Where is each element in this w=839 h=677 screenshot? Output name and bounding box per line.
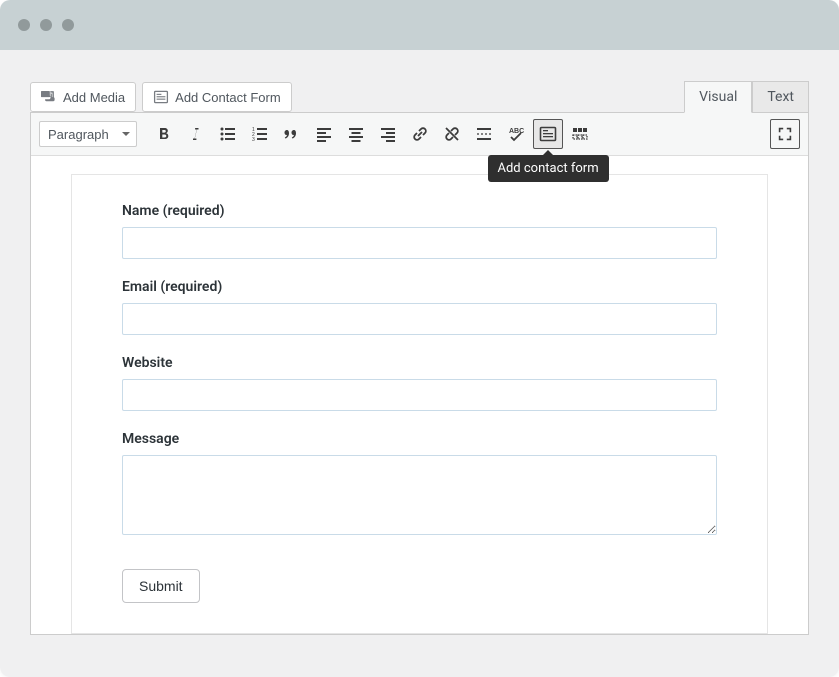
contact-form-preview: Name (required) Email (required) Website… [71,174,768,634]
website-label: Website [122,355,717,371]
link-button[interactable] [405,119,435,149]
blockquote-button[interactable] [277,119,307,149]
align-center-icon [346,124,366,144]
quote-icon [282,124,302,144]
italic-button[interactable] [181,119,211,149]
align-left-icon [314,124,334,144]
editor-shell: Paragraph 123 ABC [30,112,809,635]
tab-visual[interactable]: Visual [684,81,752,113]
window-dot [62,19,74,31]
field-website: Website [122,355,717,411]
bold-icon [154,124,174,144]
spellcheck-button[interactable]: ABC [501,119,531,149]
toolbar-toggle-icon [570,124,590,144]
unlink-icon [442,124,462,144]
media-buttons: Add Media Add Contact Form [30,82,292,112]
toolbar-toggle-button[interactable] [565,119,595,149]
toolbar: Paragraph 123 ABC [31,113,808,156]
window-dot [40,19,52,31]
readmore-button[interactable] [469,119,499,149]
editor-tabs: Visual Text [684,80,809,112]
name-input[interactable] [122,227,717,259]
format-select[interactable]: Paragraph [39,121,137,147]
top-row: Add Media Add Contact Form Visual Text [30,80,809,112]
format-select-wrap: Paragraph [39,121,137,147]
add-media-label: Add Media [63,90,125,105]
form-icon [153,89,169,105]
fullscreen-button[interactable] [770,119,800,149]
numbered-list-icon: 123 [250,124,270,144]
submit-button[interactable]: Submit [122,569,200,603]
editor-content: Add Media Add Contact Form Visual Text P… [0,50,839,677]
field-name: Name (required) [122,203,717,259]
align-left-button[interactable] [309,119,339,149]
tooltip: Add contact form [488,155,609,182]
fullscreen-icon [776,125,794,143]
add-contact-form-label: Add Contact Form [175,90,281,105]
link-icon [410,124,430,144]
bold-button[interactable] [149,119,179,149]
tab-text[interactable]: Text [752,81,809,113]
numbered-list-button[interactable]: 123 [245,119,275,149]
readmore-icon [474,124,494,144]
svg-text:3: 3 [252,137,255,143]
italic-icon [186,124,206,144]
email-input[interactable] [122,303,717,335]
svg-text:ABC: ABC [509,128,524,135]
bullet-list-button[interactable] [213,119,243,149]
add-media-button[interactable]: Add Media [30,82,136,112]
field-email: Email (required) [122,279,717,335]
align-center-button[interactable] [341,119,371,149]
align-right-icon [378,124,398,144]
bullet-list-icon [218,124,238,144]
titlebar [0,0,839,50]
field-message: Message [122,431,717,539]
contact-form-toolbar-button[interactable] [533,119,563,149]
app-window: Add Media Add Contact Form Visual Text P… [0,0,839,677]
spellcheck-icon: ABC [506,124,526,144]
unlink-button[interactable] [437,119,467,149]
message-textarea[interactable] [122,455,717,535]
message-label: Message [122,431,717,447]
align-right-button[interactable] [373,119,403,149]
camera-icon [41,89,57,105]
name-label: Name (required) [122,203,717,219]
editor-canvas[interactable]: Name (required) Email (required) Website… [31,156,808,634]
window-dot [18,19,30,31]
add-contact-form-button[interactable]: Add Contact Form [142,82,292,112]
website-input[interactable] [122,379,717,411]
email-label: Email (required) [122,279,717,295]
contact-form-icon [538,124,558,144]
